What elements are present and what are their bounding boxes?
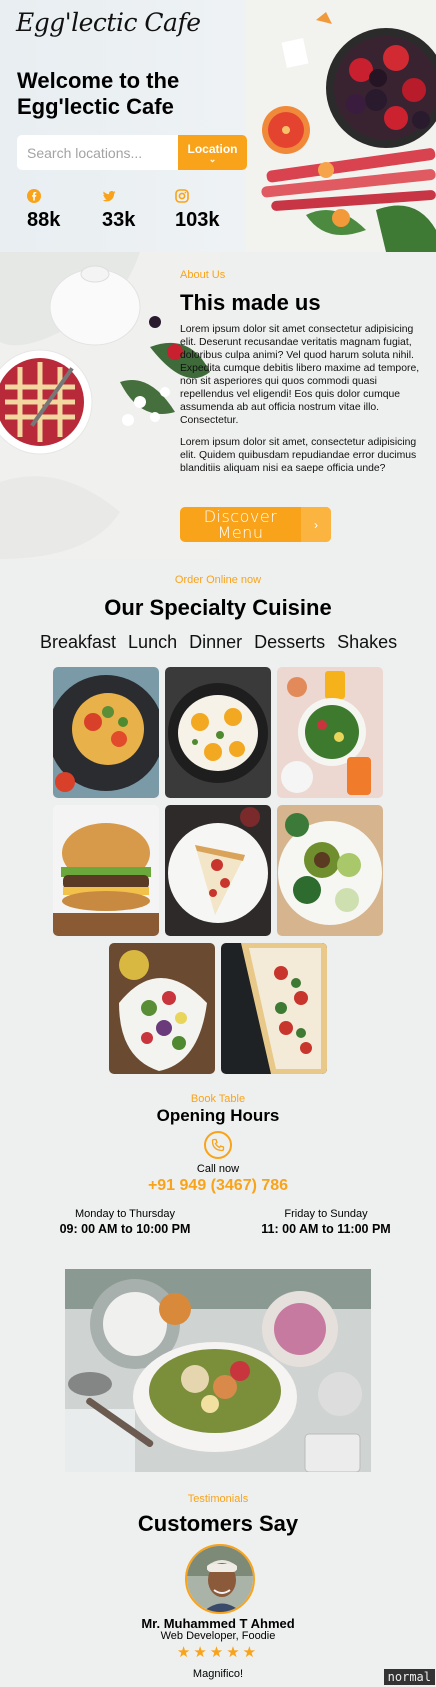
twitter-count: 33k (102, 209, 136, 231)
cuisine-tabs: Breakfast Lunch Dinner Desserts Shakes (40, 632, 409, 653)
twitter-icon (102, 191, 116, 202)
food-tile-pizza-slice[interactable] (165, 805, 271, 936)
tab-breakfast[interactable]: Breakfast (40, 632, 116, 653)
hero-title: Welcome to the Egg'lectic Cafe (17, 68, 180, 119)
about-title: This made us (180, 290, 321, 315)
stat-facebook[interactable]: 88k (27, 189, 60, 231)
tab-lunch[interactable]: Lunch (128, 632, 177, 653)
stat-twitter[interactable]: 33k (102, 189, 135, 231)
location-button-label: Location (187, 141, 238, 156)
review-quote: Magnifico! (192, 1668, 244, 1680)
star-rating: ★★★★★ (176, 1644, 260, 1661)
testimonials-label: Testimonials (187, 1493, 249, 1505)
hero-fruit-image (246, 0, 436, 252)
phone-icon[interactable] (204, 1131, 232, 1159)
weekend-time: 11: 00 AM to 11:00 PM (261, 1222, 391, 1236)
phone-number-link[interactable]: +91 949 (3467) 786 (0, 1177, 436, 1195)
food-tile-chopped-salad[interactable] (109, 943, 215, 1074)
tab-desserts[interactable]: Desserts (254, 632, 325, 653)
reviewer-name: Mr. Muhammed T Ahmed (141, 1616, 295, 1631)
facebook-icon (27, 189, 41, 203)
chevron-down-icon: ⌄ (208, 153, 217, 164)
about-label: About Us (180, 269, 226, 281)
food-tile-burger[interactable] (53, 805, 159, 936)
avatar (185, 1544, 255, 1614)
about-paragraph-2: Lorem ipsum dolor sit amet, consectetur … (180, 437, 417, 474)
weekend-label: Friday to Sunday (284, 1208, 368, 1220)
tab-shakes[interactable]: Shakes (337, 632, 397, 653)
cuisine-title: Our Specialty Cuisine (104, 595, 332, 620)
weekend-hours: Friday to Sunday 11: 00 AM to 11:00 PM (226, 1208, 426, 1236)
instagram-count: 103k (175, 209, 220, 231)
instagram-icon (175, 189, 189, 203)
discover-menu-button[interactable]: Discover Menu › (180, 507, 331, 542)
food-tile-pizza[interactable] (221, 943, 327, 1074)
location-search: Location ⌄ (17, 135, 247, 170)
food-tile-omelette[interactable] (53, 667, 159, 798)
tab-dinner[interactable]: Dinner (189, 632, 242, 653)
arrow-right-icon: › (301, 507, 331, 542)
facebook-count: 88k (27, 209, 61, 231)
weekday-hours: Monday to Thursday 09: 00 AM to 10:00 PM (25, 1208, 225, 1236)
weekday-label: Monday to Thursday (74, 1208, 176, 1220)
location-button[interactable]: Location ⌄ (178, 135, 247, 170)
hero-section: Egg'lectic Cafe Welcome to the Egg'lecti… (0, 0, 436, 252)
book-table-label: Book Table (190, 1093, 246, 1105)
search-input[interactable] (17, 135, 178, 170)
restaurant-table-image (65, 1269, 371, 1472)
food-tile-green-bowl[interactable] (277, 805, 383, 936)
about-paragraph-1: Lorem ipsum dolor sit amet consectetur a… (180, 324, 420, 426)
editor-mode-indicator: normal (383, 1669, 435, 1685)
testimonials-title: Customers Say (137, 1511, 299, 1536)
opening-hours-title: Opening Hours (156, 1106, 280, 1125)
reviewer-role: Web Developer, Foodie (160, 1630, 276, 1642)
call-now-label: Call now (196, 1163, 240, 1175)
brand-logo[interactable]: Egg'lectic Cafe (16, 8, 201, 37)
discover-menu-label: Discover Menu (203, 507, 278, 542)
food-tile-fried-eggs[interactable] (165, 667, 271, 798)
cuisine-label: Order Online now (174, 574, 262, 586)
stat-instagram[interactable]: 103k (175, 189, 220, 231)
food-tile-salad[interactable] (277, 667, 383, 798)
weekday-time: 09: 00 AM to 10:00 PM (59, 1222, 191, 1236)
